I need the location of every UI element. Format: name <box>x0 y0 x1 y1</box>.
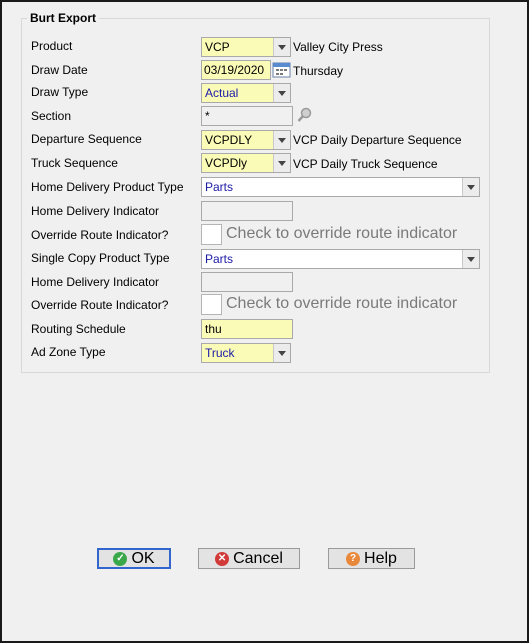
burt-export-dialog: Burt Export Product VCP Valley City Pres… <box>0 0 529 643</box>
check-icon: ✓ <box>113 551 128 566</box>
sc-product-type-label: Single Copy Product Type <box>31 251 170 265</box>
draw-type-value: Actual <box>205 86 239 100</box>
help-button-label: Help <box>364 549 397 567</box>
group-title: Burt Export <box>27 11 99 25</box>
calendar-icon[interactable] <box>272 61 291 78</box>
override-route-2-label: Override Route Indicator? <box>31 298 169 312</box>
truck-sequence-value: VCPDly <box>205 156 248 170</box>
routing-schedule-label: Routing Schedule <box>31 322 126 336</box>
departure-sequence-dropdown[interactable]: VCPDLY <box>201 130 291 150</box>
draw-type-dropdown[interactable]: Actual <box>201 83 291 103</box>
hd-indicator-input[interactable] <box>201 201 293 221</box>
product-dropdown[interactable]: VCP <box>201 37 291 57</box>
chevron-down-icon[interactable] <box>462 250 479 268</box>
override-route-2-checkbox[interactable] <box>201 294 222 315</box>
ad-zone-type-dropdown[interactable]: Truck <box>201 343 291 363</box>
draw-date-input[interactable]: 03/19/2020 <box>201 60 271 80</box>
truck-sequence-dropdown[interactable]: VCPDly <box>201 153 291 173</box>
product-label: Product <box>31 39 73 53</box>
cancel-button-label: Cancel <box>233 549 283 567</box>
ad-zone-type-value: Truck <box>205 346 235 360</box>
ad-zone-type-label: Ad Zone Type <box>31 345 106 359</box>
section-label: Section <box>31 109 72 123</box>
hd-product-type-label: Home Delivery Product Type <box>31 180 184 194</box>
hd-product-type-value: Parts <box>205 180 234 194</box>
truck-sequence-label: Truck Sequence <box>31 156 118 170</box>
override-route-check-text[interactable]: Check to override route indicator <box>226 225 457 243</box>
sc-product-type-value: Parts <box>205 252 234 266</box>
product-value: VCP <box>205 40 230 54</box>
help-icon: ? <box>346 551 361 566</box>
cancel-icon: ✕ <box>215 551 230 566</box>
draw-date-day: Thursday <box>293 64 344 78</box>
chevron-down-icon[interactable] <box>273 84 290 102</box>
sc-product-type-dropdown[interactable]: Parts <box>201 249 480 269</box>
hd-indicator-2-input[interactable] <box>201 272 293 292</box>
chevron-down-icon[interactable] <box>273 344 290 362</box>
hd-indicator-2-label: Home Delivery Indicator <box>31 275 160 289</box>
override-route-checkbox[interactable] <box>201 224 222 245</box>
truck-sequence-description: VCP Daily Truck Sequence <box>293 157 438 171</box>
cancel-button[interactable]: ✕ Cancel <box>198 548 300 569</box>
override-route-label: Override Route Indicator? <box>31 228 169 242</box>
search-icon[interactable] <box>297 107 313 123</box>
departure-sequence-label: Departure Sequence <box>31 132 142 146</box>
override-route-2-check-text[interactable]: Check to override route indicator <box>226 295 457 313</box>
section-input[interactable]: * <box>201 106 293 126</box>
chevron-down-icon[interactable] <box>273 38 290 56</box>
draw-date-label: Draw Date <box>31 63 88 77</box>
product-description: Valley City Press <box>293 40 383 54</box>
chevron-down-icon[interactable] <box>273 131 290 149</box>
departure-sequence-value: VCPDLY <box>205 133 253 147</box>
help-button[interactable]: ? Help <box>328 548 415 569</box>
hd-indicator-label: Home Delivery Indicator <box>31 204 160 218</box>
draw-type-label: Draw Type <box>31 85 89 99</box>
chevron-down-icon[interactable] <box>273 154 290 172</box>
ok-button[interactable]: ✓ OK <box>97 548 171 569</box>
departure-sequence-description: VCP Daily Departure Sequence <box>293 133 462 147</box>
hd-product-type-dropdown[interactable]: Parts <box>201 177 480 197</box>
chevron-down-icon[interactable] <box>462 178 479 196</box>
ok-button-label: OK <box>131 549 155 567</box>
routing-schedule-input[interactable]: thu <box>201 319 293 339</box>
